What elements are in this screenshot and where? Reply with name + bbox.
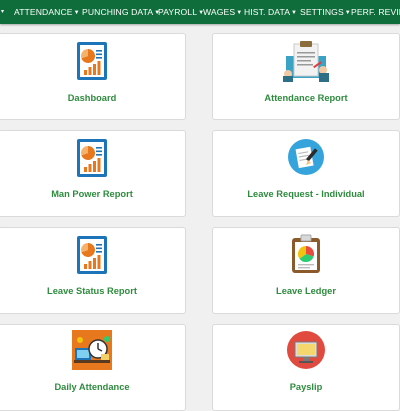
- card-payslip[interactable]: Payslip: [212, 324, 400, 411]
- card-attendance-report[interactable]: Attendance Report: [212, 33, 400, 120]
- card-man-power-report[interactable]: Man Power Report: [0, 130, 186, 217]
- card-label: Daily Attendance: [54, 382, 130, 392]
- card-label: Payslip: [289, 382, 323, 392]
- nav-item-hist-data[interactable]: HIST. DATA▼: [244, 0, 297, 24]
- nav-item-payroll[interactable]: PAYROLL▼: [158, 0, 204, 24]
- card-label: Attendance Report: [264, 93, 348, 103]
- card-label: Leave Status Report: [47, 286, 137, 296]
- card-dashboard[interactable]: Dashboard: [0, 33, 186, 120]
- nav-overflow-caret-icon[interactable]: ▾: [1, 0, 4, 24]
- nav-label: HIST. DATA: [244, 7, 291, 17]
- caret-down-icon: ▼: [236, 10, 243, 16]
- card-label: Dashboard: [67, 93, 117, 103]
- card-leave-ledger[interactable]: Leave Ledger: [212, 227, 400, 314]
- card-label: Man Power Report: [51, 189, 133, 199]
- desk-clock-icon: [72, 330, 112, 370]
- nav-item-attendance[interactable]: ATTENDANCE▼: [14, 0, 80, 24]
- caret-down-icon: ▼: [344, 10, 351, 16]
- nav-label: WAGES: [203, 7, 236, 17]
- nav-item-wages[interactable]: WAGES▼: [203, 0, 242, 24]
- report-chart-icon: [77, 42, 107, 80]
- nav-item-settings[interactable]: SETTINGS▼: [300, 0, 351, 24]
- card-leave-request-individual[interactable]: Leave Request - Individual: [212, 130, 400, 217]
- pen-paper-icon: [288, 139, 324, 175]
- nav-label: PAYROLL: [158, 7, 198, 17]
- top-nav-bar: ▾ ATTENDANCE▼ PUNCHING DATA▼ PAYROLL▼ WA…: [0, 0, 400, 24]
- nav-label: SETTINGS: [300, 7, 344, 17]
- clipboard-chart-icon: [292, 234, 320, 273]
- caret-down-icon: ▼: [291, 10, 298, 16]
- nav-label: ATTENDANCE: [14, 7, 73, 17]
- card-label: Leave Ledger: [276, 286, 336, 296]
- caret-down-icon: ▼: [73, 10, 80, 16]
- monitor-icon: [287, 331, 325, 369]
- nav-item-punching-data[interactable]: PUNCHING DATA▼: [82, 0, 160, 24]
- nav-label: PERF. REVIEW: [351, 7, 400, 17]
- card-daily-attendance[interactable]: Daily Attendance: [0, 324, 186, 411]
- clipboard-signing-icon: [283, 41, 329, 82]
- card-leave-status-report[interactable]: Leave Status Report: [0, 227, 186, 314]
- nav-item-perf-review[interactable]: PERF. REVIEW▼: [351, 0, 400, 24]
- report-chart-icon: [77, 139, 107, 177]
- report-chart-icon: [77, 236, 107, 274]
- card-label: Leave Request - Individual: [247, 189, 365, 199]
- nav-label: PUNCHING DATA: [82, 7, 154, 17]
